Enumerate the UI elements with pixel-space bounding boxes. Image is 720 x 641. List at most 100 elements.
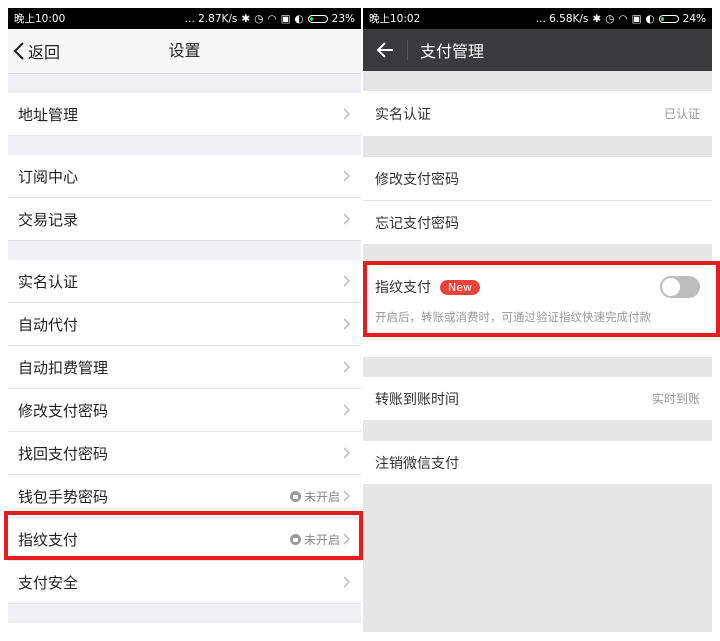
chevron-right-icon [343,404,350,416]
chevron-right-icon [343,447,350,459]
battery-percent: 23% [331,12,355,25]
row-label: 修改支付密码 [375,171,459,188]
section-gap [8,604,361,623]
item-status: 未开启 [289,488,340,505]
bluetooth-icon: ✱ [592,12,602,25]
bluetooth-icon: ✱ [241,12,251,25]
settings-item-label: 找回支付密码 [18,444,109,463]
settings-item[interactable]: 钱包手势密码 未开启 [8,475,361,518]
chevron-right-icon [343,213,350,225]
chevron-right-icon [343,533,350,545]
settings-item-label: 地址管理 [18,105,79,124]
sim-icon: ▣ [280,12,291,25]
chevron-right-icon [343,576,350,588]
settings-item[interactable]: 自动扣费管理 [8,346,361,389]
back-button[interactable]: 返回 [13,29,60,73]
arrow-left-icon [376,42,393,58]
status-text: 未开启 [303,532,340,547]
row-label: 指纹支付 [375,280,431,296]
nav-header: 支付管理 [363,29,712,71]
page-title: 设置 [168,41,201,60]
section-gap [8,74,361,93]
fingerprint-pay-row: 指纹支付 New 开启后，转账或消费时，可通过验证指纹快速完成付款 [363,265,712,357]
section-gap [8,136,361,155]
row-label: 忘记支付密码 [375,215,459,232]
settings-item[interactable]: 指纹支付 未开启 [8,518,361,561]
battery-icon [658,14,679,23]
section-gap [363,357,712,377]
sim-icon: ▣ [631,12,642,25]
chevron-right-icon [343,275,350,287]
settings-screen: 晚上10:00 ... 2.87K/s ✱ ◷ ◠ ▣ ◐ 23% 返回 设置 … [8,8,361,632]
battery-icon [307,14,328,23]
settings-item[interactable]: 地址管理 [8,93,361,136]
battery-fill [309,16,314,21]
chevron-right-icon [343,108,350,120]
network-speed: ... 6.58K/s [535,12,589,25]
page-title: 支付管理 [420,42,485,61]
back-label: 返回 [28,43,61,62]
row-label: 转账到账时间 [375,391,459,408]
row-label: 注销微信支付 [375,455,459,472]
section-gap [363,71,712,91]
settings-item-partial[interactable] [8,623,361,632]
new-badge: New [440,279,480,295]
row-label: 实名认证 [375,106,431,123]
cancel-wechat-pay-row[interactable]: 注销微信支付 [363,441,712,485]
verify-status: 已认证 [663,107,700,121]
chevron-right-icon [343,170,350,182]
section-gap [363,137,712,157]
back-button[interactable] [363,29,407,71]
network-speed: ... 2.87K/s [184,12,238,25]
wifi-icon: ◠ [618,12,628,25]
signal-icon: ◐ [294,12,304,25]
settings-item[interactable]: 找回支付密码 [8,432,361,475]
battery-fill [660,16,665,21]
alarm-icon: ◷ [605,12,615,25]
nav-header: 返回 设置 [8,29,361,74]
chevron-right-icon [343,318,350,330]
settings-item-label: 指纹支付 [18,530,79,549]
change-pay-password-row[interactable]: 修改支付密码 [363,157,712,201]
settings-item[interactable]: 自动代付 [8,303,361,346]
fingerprint-description: 开启后，转账或消费时，可通过验证指纹快速完成付款 [375,310,651,324]
section-gap [363,421,712,441]
lock-icon [289,490,301,502]
payment-management-screen: 晚上10:02 ... 6.58K/s ✱ ◷ ◠ ▣ ◐ 24% 支付管理 实… [363,8,712,632]
settings-item[interactable]: 支付安全 [8,561,361,604]
settings-item[interactable]: 订阅中心 [8,155,361,198]
forgot-pay-password-row[interactable]: 忘记支付密码 [363,201,712,245]
transfer-time-row[interactable]: 转账到账时间 实时到账 [363,377,712,421]
section-gap [8,241,361,260]
alarm-icon: ◷ [254,12,264,25]
toggle-knob [662,278,680,296]
chevron-right-icon [343,361,350,373]
wifi-icon: ◠ [267,12,277,25]
header-divider [407,40,408,60]
chevron-left-icon [13,42,24,60]
settings-item-label: 修改支付密码 [18,401,109,420]
settings-item-label: 钱包手势密码 [18,487,109,506]
status-time: 晚上10:02 [369,13,421,25]
settings-item-label: 交易记录 [18,210,79,229]
item-status: 未开启 [289,531,340,548]
settings-item[interactable]: 交易记录 [8,198,361,241]
status-bar: 晚上10:02 ... 6.58K/s ✱ ◷ ◠ ▣ ◐ 24% [363,8,712,29]
transfer-time-value: 实时到账 [651,392,700,406]
settings-item-label: 实名认证 [18,272,79,291]
fingerprint-toggle[interactable] [660,276,700,298]
settings-item[interactable]: 实名认证 [8,260,361,303]
lock-icon [289,533,301,545]
settings-item-label: 支付安全 [18,573,79,592]
settings-list: 地址管理 订阅中心 交易记录 实名认证 自动代付 自动扣费管理 修改支付密码 找回支付密码 钱包… [8,74,361,632]
settings-item[interactable]: 修改支付密码 [8,389,361,432]
status-text: 未开启 [303,489,340,504]
settings-item-label: 自动扣费管理 [18,358,109,377]
chevron-right-icon [343,490,350,502]
battery-percent: 24% [682,12,706,25]
status-time: 晚上10:00 [14,13,66,25]
real-name-verify-row[interactable]: 实名认证 已认证 [363,91,712,137]
section-gap [363,245,712,265]
settings-item-label: 订阅中心 [18,167,79,186]
status-bar: 晚上10:00 ... 2.87K/s ✱ ◷ ◠ ▣ ◐ 23% [8,8,361,29]
